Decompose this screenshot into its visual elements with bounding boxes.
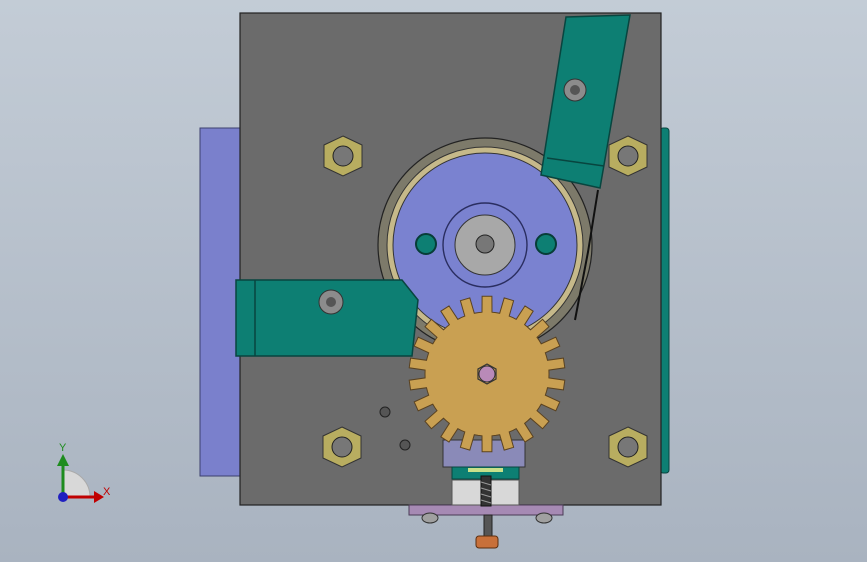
small-hole-1 xyxy=(379,406,391,418)
spring-seat-highlight xyxy=(468,468,503,472)
triad-x-axis-label: X xyxy=(103,486,111,498)
left-bracket-screw-socket xyxy=(326,297,336,307)
hex-nut-top-left[interactable] xyxy=(323,135,363,177)
bottom-foot-left xyxy=(421,512,439,524)
triad-y-axis-label: Y xyxy=(59,442,67,454)
bearing-center-bolt[interactable] xyxy=(475,234,495,254)
hex-nut-bottom-right[interactable] xyxy=(608,426,648,468)
hex-nut-top-right[interactable] xyxy=(608,135,648,177)
small-hole-2 xyxy=(399,439,411,451)
gear-center-bore xyxy=(478,365,496,383)
hub-hole-left xyxy=(415,233,437,255)
bottom-screw-head[interactable] xyxy=(475,535,499,549)
cad-viewport[interactable] xyxy=(0,0,867,562)
bottom-screw-shaft xyxy=(483,514,493,538)
top-lever-screw-socket xyxy=(570,85,580,95)
hub-hole-right xyxy=(535,233,557,255)
bottom-foot-right xyxy=(535,512,553,524)
hex-nut-bottom-left[interactable] xyxy=(322,426,362,468)
orientation-triad xyxy=(57,454,104,503)
